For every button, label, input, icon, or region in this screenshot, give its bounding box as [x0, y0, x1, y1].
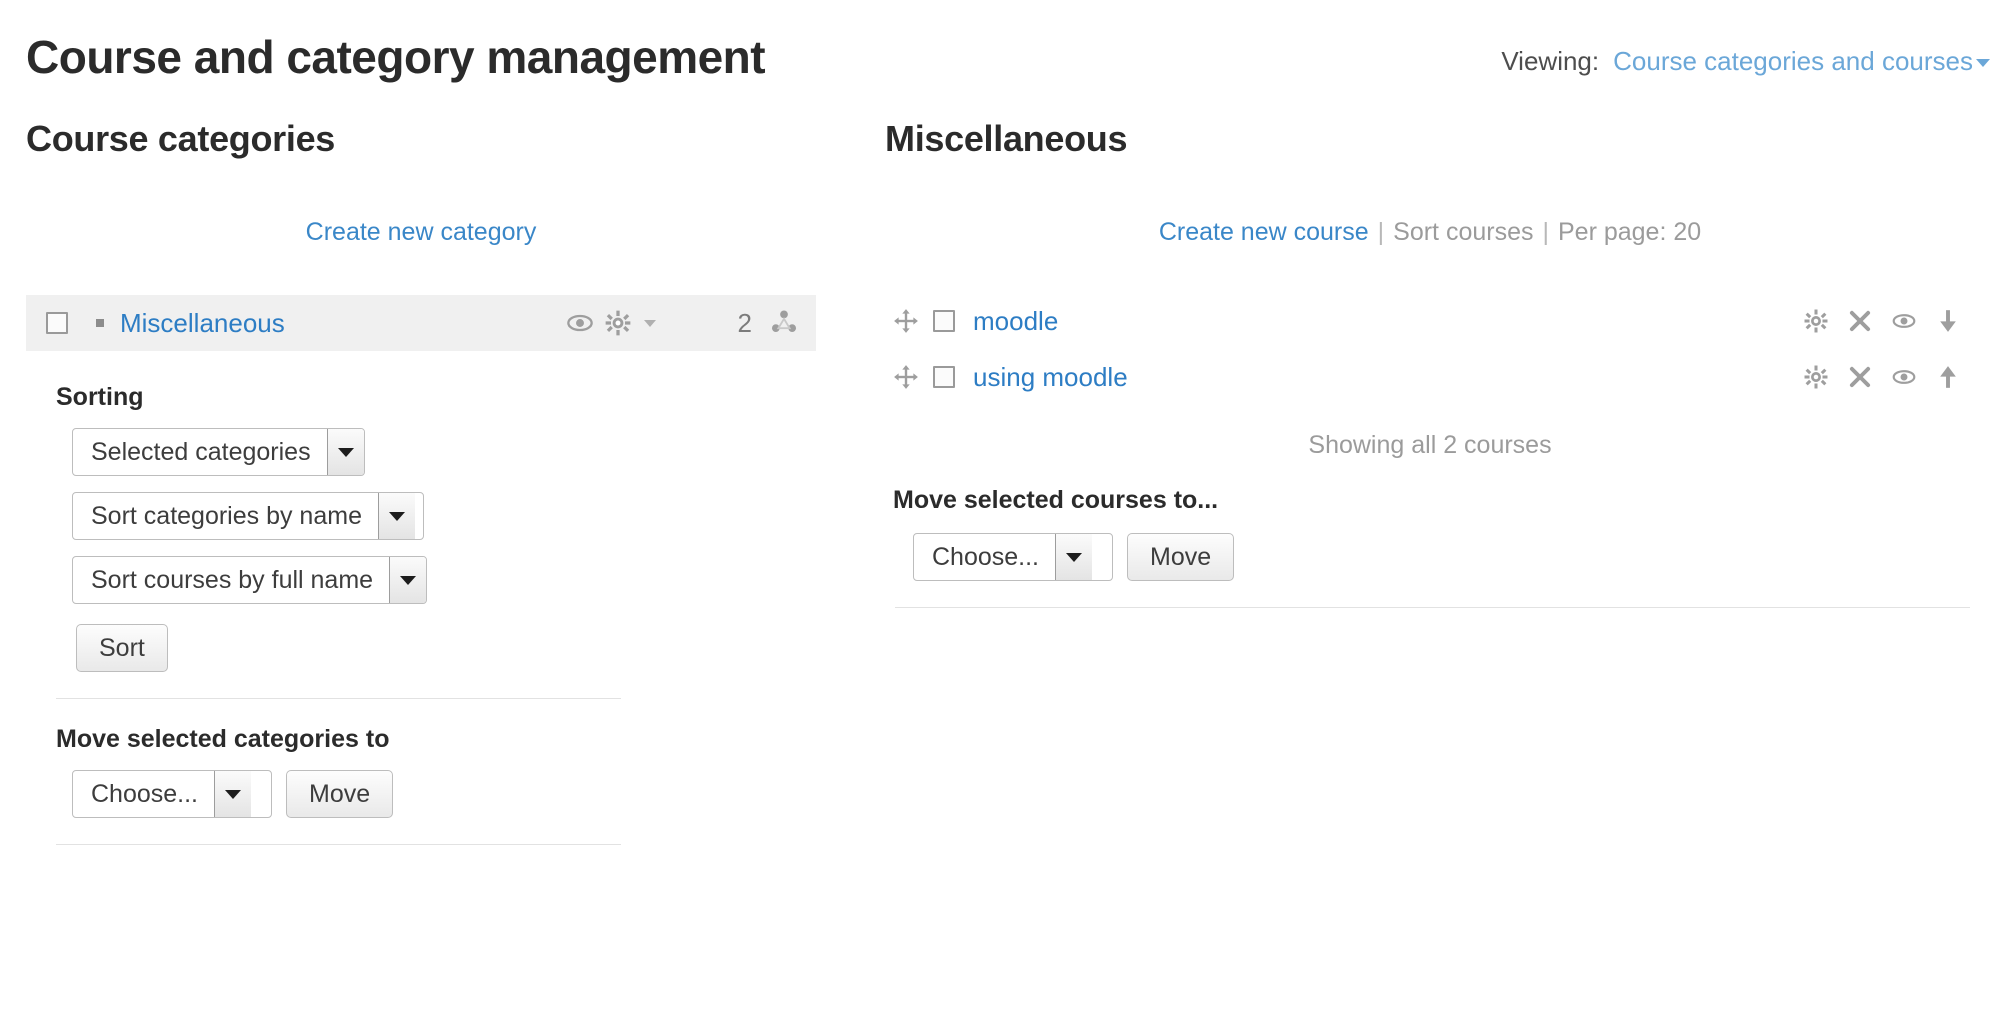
sort-button[interactable]: Sort [76, 624, 168, 672]
move-categories-heading: Move selected categories to [56, 725, 390, 753]
gear-icon[interactable] [1803, 308, 1829, 334]
action-separator: | [1542, 218, 1550, 246]
select-arrow-icon [1055, 534, 1093, 580]
move-categories-block: Move selected categories to Choose... Mo… [26, 725, 816, 818]
category-actions: 2 [566, 308, 798, 339]
course-name-link[interactable]: using moodle [973, 362, 1128, 393]
categories-action-bar: Create new category [26, 218, 816, 247]
courses-showing-note: Showing all 2 courses [1308, 431, 1552, 459]
chevron-down-icon [1976, 59, 1990, 68]
category-list: Miscellaneous 2 [26, 295, 816, 351]
create-new-course-link[interactable]: Create new course [1159, 218, 1369, 246]
sorting-scope-row: Selected categories [72, 428, 816, 476]
page-title: Course and category management [26, 31, 766, 83]
sort-categories-select[interactable]: Sort categories by name [72, 492, 424, 540]
eye-icon[interactable] [1891, 308, 1917, 334]
sorting-scope-value: Selected categories [91, 437, 311, 466]
course-select-checkbox[interactable] [933, 366, 955, 388]
close-icon[interactable] [1847, 364, 1873, 390]
course-list: moodle using moodle [885, 293, 1975, 405]
categories-divider-2 [56, 844, 621, 845]
gear-dropdown-caret-icon[interactable] [642, 315, 658, 331]
course-category-management-page: Course and category management Viewing: … [0, 0, 2012, 1030]
eye-icon[interactable] [1891, 364, 1917, 390]
select-arrow-icon [377, 493, 415, 539]
create-new-category-link[interactable]: Create new category [306, 218, 537, 246]
sort-courses-row: Sort courses by full name [72, 556, 816, 604]
close-icon[interactable] [1847, 308, 1873, 334]
course-row[interactable]: using moodle [885, 349, 1975, 405]
course-actions [1803, 308, 1961, 334]
course-name-link[interactable]: moodle [973, 306, 1058, 337]
move-categories-button[interactable]: Move [286, 770, 394, 818]
categories-heading: Course categories [26, 118, 336, 159]
move-courses-select[interactable]: Choose... [913, 533, 1113, 581]
select-arrow-icon [326, 429, 364, 475]
select-arrow-icon [214, 771, 252, 817]
category-name-link[interactable]: Miscellaneous [120, 308, 285, 339]
eye-icon[interactable] [566, 309, 594, 337]
move-courses-select-value: Choose... [932, 542, 1040, 571]
gear-icon[interactable] [1803, 364, 1829, 390]
courses-action-bar: Create new course | Sort courses | Per page:… [885, 218, 1975, 247]
course-select-checkbox[interactable] [933, 310, 955, 332]
move-categories-row: Choose... Move [72, 770, 816, 818]
arrow-down-icon[interactable] [1935, 308, 1961, 334]
move-courses-button[interactable]: Move [1127, 533, 1235, 581]
sort-courses-select[interactable]: Sort courses by full name [72, 556, 428, 604]
sorting-scope-select[interactable]: Selected categories [72, 428, 365, 476]
category-bullet-icon [96, 319, 104, 327]
per-page-link[interactable]: Per page: 20 [1558, 218, 1701, 246]
page-header: Course and category management Viewing: … [0, 0, 2012, 118]
arrow-up-icon[interactable] [1935, 364, 1961, 390]
viewing-selector[interactable]: Viewing: Course categories and courses [1501, 46, 1990, 77]
course-row[interactable]: moodle [885, 293, 1975, 349]
sort-courses-value: Sort courses by full name [91, 565, 374, 594]
viewing-value-text: Course categories and courses [1613, 46, 1973, 76]
sort-button-row: Sort [76, 624, 816, 672]
select-arrow-icon [389, 557, 427, 603]
category-select-checkbox[interactable] [46, 312, 68, 334]
category-course-count: 2 [737, 307, 752, 338]
sorting-block: Sorting Selected categories Sort categor… [26, 383, 816, 672]
move-courses-heading: Move selected courses to... [893, 486, 1219, 514]
loading-spinner-icon [770, 309, 798, 337]
move-courses-row: Choose... Move [913, 533, 1975, 581]
move-handle-icon[interactable] [893, 364, 919, 390]
viewing-value[interactable]: Course categories and courses [1613, 46, 1990, 77]
gear-icon[interactable] [604, 309, 632, 337]
move-courses-block: Move selected courses to... Choose... Mo… [885, 486, 1975, 581]
courses-divider [895, 607, 1970, 608]
sort-categories-row: Sort categories by name [72, 492, 816, 540]
sort-courses-link[interactable]: Sort courses [1393, 218, 1533, 246]
move-categories-select[interactable]: Choose... [72, 770, 272, 818]
courses-panel: Miscellaneous Create new course | Sort cou… [885, 118, 1975, 608]
category-row[interactable]: Miscellaneous 2 [26, 295, 816, 351]
action-separator: | [1377, 218, 1385, 246]
courses-heading: Miscellaneous [885, 118, 1128, 159]
sorting-heading: Sorting [56, 383, 144, 411]
sort-categories-value: Sort categories by name [91, 501, 362, 530]
viewing-label: Viewing: [1501, 46, 1600, 76]
categories-panel: Course categories Create new category Mi… [26, 118, 816, 845]
course-actions [1803, 364, 1961, 390]
categories-divider-1 [56, 698, 621, 699]
move-categories-select-value: Choose... [91, 779, 199, 808]
move-handle-icon[interactable] [893, 308, 919, 334]
